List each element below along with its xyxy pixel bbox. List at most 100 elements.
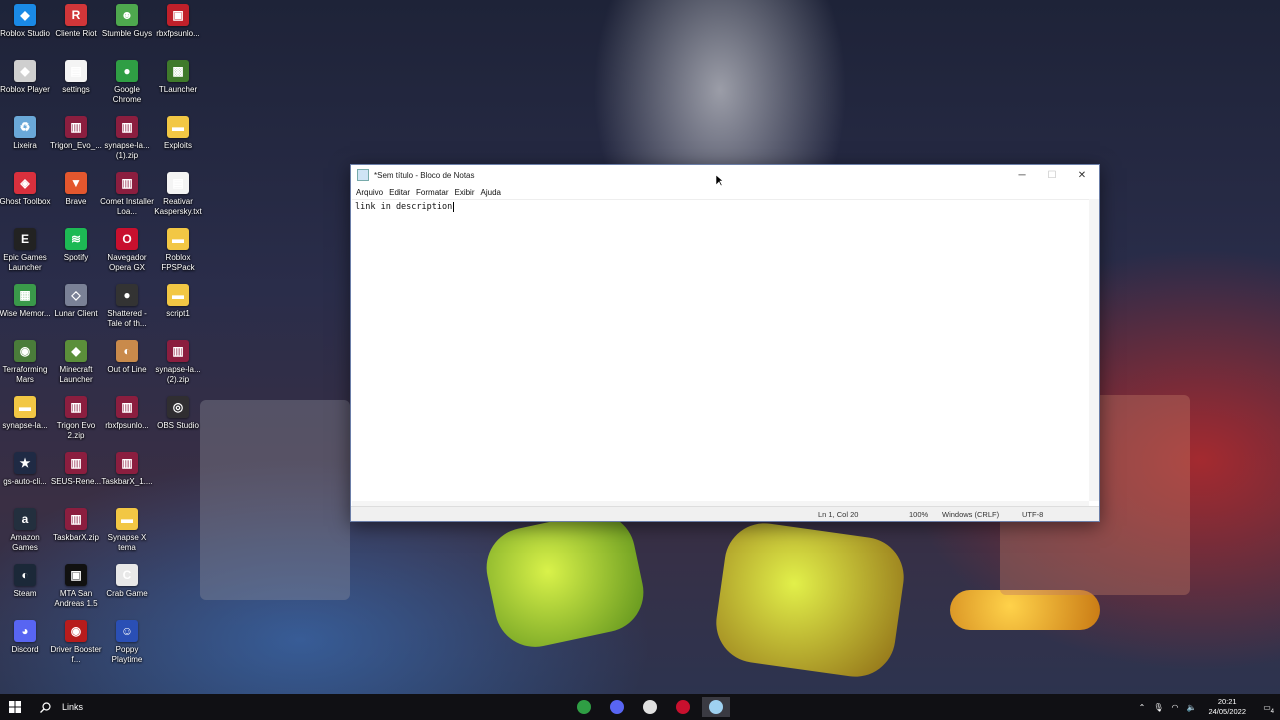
desktop-icon[interactable]: ▤ Reativar Kaspersky.txt [153, 172, 203, 228]
menu-formatar[interactable]: Formatar [415, 188, 453, 197]
desktop-app-icon: ◎ [167, 396, 189, 418]
desktop-icon[interactable]: ◐ Steam [0, 564, 50, 620]
desktop-icon[interactable]: ▣ MTA San Andreas 1.5 [51, 564, 101, 620]
desktop-app-icon: ● [116, 60, 138, 82]
desktop-icon[interactable]: ▣ rbxfpsunlo... [153, 4, 203, 60]
desktop-icon[interactable]: ☺ Poppy Playtime [102, 620, 152, 676]
desktop-icon-label: Trigon_Evo_... [50, 141, 102, 150]
desktop-icon[interactable]: ▦ Wise Memor... [0, 284, 51, 340]
opera-taskbar-button[interactable] [669, 697, 697, 717]
menu-ajuda[interactable]: Ajuda [480, 188, 506, 197]
desktop-icon[interactable]: ◉ Driver Booster f... [50, 620, 102, 676]
desktop-icon[interactable]: ◈ Ghost Toolbox [0, 172, 51, 228]
desktop-icon[interactable]: ▥ synapse-la... (1).zip [102, 116, 152, 172]
desktop-icon[interactable]: ☻ Stumble Guys [102, 4, 152, 60]
notepad-window[interactable]: *Sem título - Bloco de Notas ─ ☐ ✕ Arqui… [350, 164, 1100, 522]
desktop-icon[interactable]: ▬ script1 [153, 284, 203, 340]
obs-taskbar-button[interactable] [603, 697, 631, 717]
desktop-icon[interactable]: ▤ settings [51, 60, 101, 116]
desktop-icon-label: Trigon Evo 2.zip [56, 421, 96, 440]
desktop-icon[interactable]: ● Shattered - Tale of th... [102, 284, 152, 340]
desktop-icon[interactable]: ▬ Roblox FPSPack [153, 228, 203, 284]
desktop-icon[interactable]: ▥ TaskbarX_1.... [101, 452, 153, 508]
text-editor[interactable]: link in description [352, 199, 1089, 501]
desktop-app-icon: ▥ [116, 452, 138, 474]
desktop-icon[interactable]: ▼ Brave [51, 172, 101, 228]
desktop-icon[interactable]: ≋ Spotify [51, 228, 101, 284]
desktop-icon[interactable]: ▥ synapse-la... (2).zip [153, 340, 203, 396]
desktop-app-icon: ▥ [167, 340, 189, 362]
desktop-icon[interactable]: ▥ Comet Installer Loa... [100, 172, 154, 228]
desktop-icon[interactable]: ♻ Lixeira [0, 116, 50, 172]
start-button[interactable] [0, 694, 30, 720]
desktop-app-icon: a [14, 508, 36, 530]
desktop-icon-label: gs-auto-cli... [3, 477, 47, 486]
desktop-icon[interactable]: ▥ Trigon_Evo_... [50, 116, 102, 172]
desktop-app-icon: ▥ [65, 116, 87, 138]
vertical-scrollbar[interactable] [1089, 199, 1099, 501]
desktop-icon[interactable]: ▥ TaskbarX.zip [51, 508, 101, 564]
desktop-app-icon: ◈ [14, 172, 36, 194]
desktop-app-icon: ▥ [116, 396, 138, 418]
desktop-icon[interactable]: a Amazon Games [0, 508, 50, 564]
desktop-icon[interactable]: ▬ Exploits [153, 116, 203, 172]
desktop-icon[interactable]: O Navegador Opera GX [102, 228, 152, 284]
search-button[interactable] [30, 701, 60, 713]
action-center-button[interactable]: ▭ 4 [1254, 694, 1280, 720]
maximize-button[interactable]: ☐ [1037, 165, 1067, 185]
desktop-icon[interactable]: R Cliente Riot [51, 4, 101, 60]
desktop-app-icon: ☺ [116, 620, 138, 642]
show-hidden-icons-chevron-icon[interactable]: ⌃ [1139, 703, 1146, 712]
desktop-icon[interactable]: ◇ Lunar Client [51, 284, 101, 340]
desktop-icon[interactable]: ▬ Synapse X tema [102, 508, 152, 564]
desktop-icon[interactable]: ◆ Roblox Studio [0, 4, 50, 60]
desktop-icon[interactable]: ▥ rbxfpsunlo... [102, 396, 152, 452]
volume-icon[interactable]: 🔈 [1186, 703, 1196, 712]
desktop-icon[interactable]: ▥ SEUS-Rene... [51, 452, 101, 508]
desktop-app-icon: C [116, 564, 138, 586]
desktop-icon-label: Comet Installer Loa... [100, 197, 154, 216]
window-title: *Sem título - Bloco de Notas [374, 170, 475, 180]
desktop-app-icon: ▣ [65, 564, 87, 586]
desktop-icon[interactable]: C Crab Game [102, 564, 152, 620]
desktop-icon[interactable]: ▩ TLauncher [153, 60, 203, 116]
desktop-icon[interactable]: ◆ Minecraft Launcher [51, 340, 101, 396]
menu-arquivo[interactable]: Arquivo [355, 188, 388, 197]
desktop-app-icon: ▬ [167, 228, 189, 250]
desktop-app-icon: O [116, 228, 138, 250]
desktop-icon-label: rbxfpsunlo... [105, 421, 149, 430]
desktop-icon[interactable]: ▥ Trigon Evo 2.zip [51, 396, 101, 452]
notepad-taskbar-button[interactable] [702, 697, 730, 717]
notepad-titlebar[interactable]: *Sem título - Bloco de Notas ─ ☐ ✕ [351, 165, 1099, 185]
taskbar-links-toolbar[interactable]: Links [62, 702, 83, 712]
chrome-taskbar-button[interactable] [570, 697, 598, 717]
desktop-icon-label: Epic Games Launcher [3, 253, 47, 272]
close-button[interactable]: ✕ [1067, 165, 1097, 185]
desktop-app-icon: ◇ [65, 284, 87, 306]
system-tray: ⌃ 🎙 ◠ 🔈 20:21 24/05/2022 ▭ 4 [1139, 694, 1280, 720]
menu-editar[interactable]: Editar [388, 188, 415, 197]
clock[interactable]: 20:21 24/05/2022 [1208, 697, 1246, 717]
notepad-taskbar-icon [709, 700, 723, 714]
desktop-icon[interactable]: ★ gs-auto-cli... [0, 452, 50, 508]
desktop-icon-label: Wise Memor... [0, 309, 51, 318]
desktop-icon[interactable]: ◉ Terraforming Mars [0, 340, 50, 396]
desktop-icon-label: Navegador Opera GX [107, 253, 147, 272]
menu-exibir[interactable]: Exibir [453, 188, 479, 197]
desktop-icon[interactable]: ◐ Out of Line [102, 340, 152, 396]
microphone-icon[interactable]: 🎙 [1153, 703, 1163, 712]
desktop-icon-label: Terraforming Mars [2, 365, 48, 384]
minimize-button[interactable]: ─ [1007, 165, 1037, 185]
desktop-app-icon: ▤ [167, 172, 189, 194]
desktop-icon[interactable]: ◆ Roblox Player [0, 60, 50, 116]
desktop-app-icon: ◉ [14, 340, 36, 362]
network-icon[interactable]: ◠ [1172, 703, 1179, 712]
desktop-icon[interactable]: ● Google Chrome [102, 60, 152, 116]
desktop-icon[interactable]: E Epic Games Launcher [0, 228, 50, 284]
desktop-icon-label: synapse-la... [2, 421, 48, 430]
synapse-taskbar-button[interactable] [636, 697, 664, 717]
desktop-icon[interactable]: ◎ OBS Studio [153, 396, 203, 452]
desktop-icon-label: Synapse X tema [107, 533, 147, 552]
desktop-icon[interactable]: ▬ synapse-la... [0, 396, 50, 452]
desktop-icon[interactable]: ◕ Discord [0, 620, 50, 676]
